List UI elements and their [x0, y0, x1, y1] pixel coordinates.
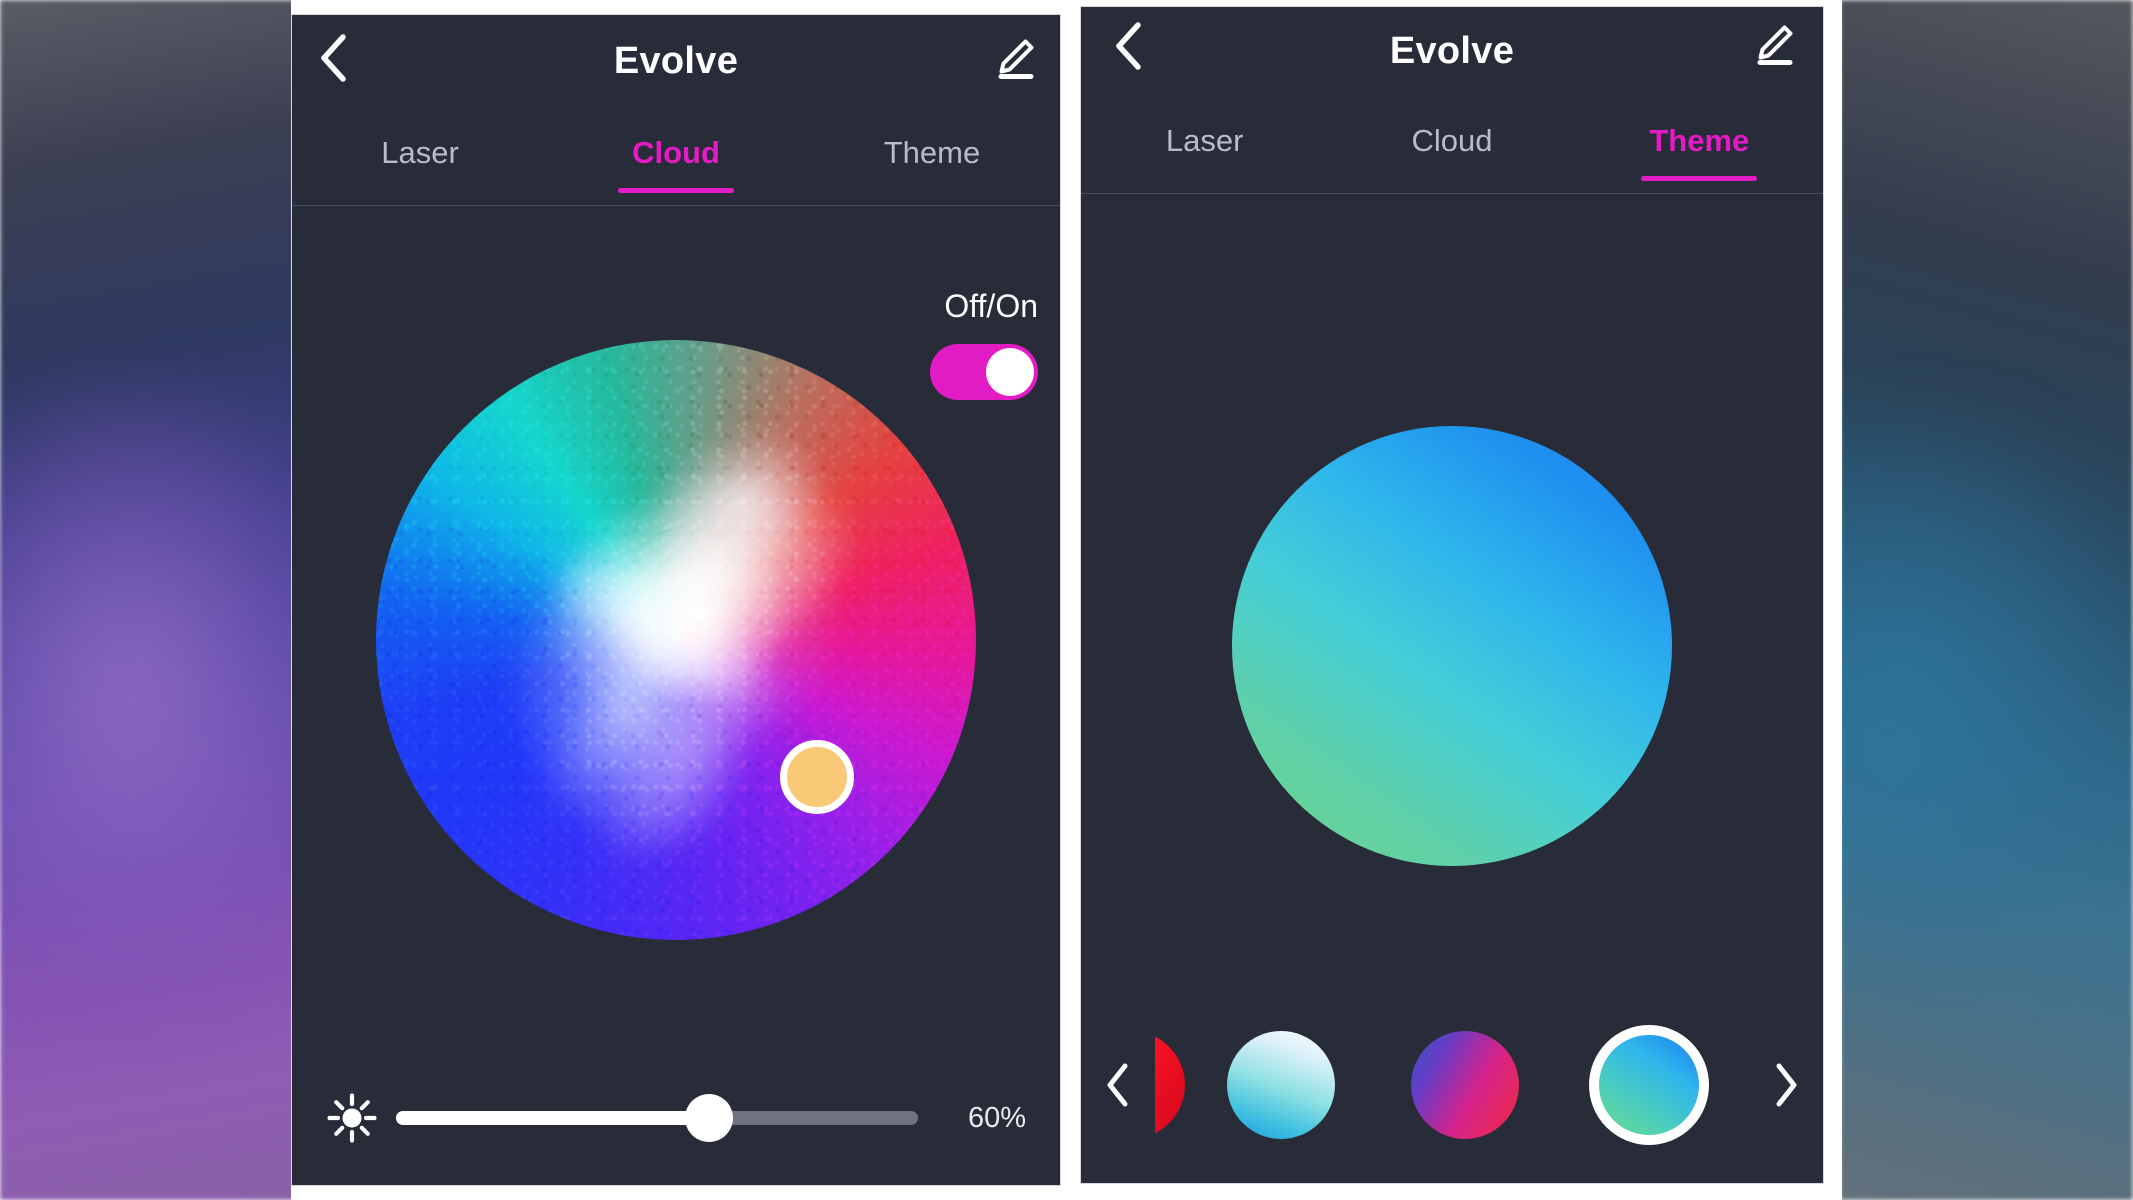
frame-seam-middle — [1061, 0, 1080, 1200]
theme-swatch-red[interactable] — [1155, 1031, 1185, 1139]
app-header-left: Evolve — [292, 15, 1060, 101]
color-wheel-handle[interactable] — [780, 740, 854, 814]
tab-laser[interactable]: Laser — [1081, 123, 1328, 181]
frame-seam-right — [1824, 0, 1842, 1200]
power-label: Off/On — [944, 288, 1038, 324]
tab-theme[interactable]: Theme — [1576, 123, 1823, 181]
theme-swatch-white-blue[interactable] — [1227, 1031, 1335, 1139]
tab-laser-label: Laser — [381, 135, 459, 170]
phone-screen-theme: Evolve Laser Cloud Theme — [1080, 6, 1824, 1184]
chevron-right-icon — [1776, 1063, 1797, 1107]
chevron-left-icon — [1107, 1063, 1128, 1107]
page-title: Evolve — [613, 39, 739, 82]
tab-cloud-label: Cloud — [632, 135, 720, 170]
tab-cloud[interactable]: Cloud — [548, 135, 804, 193]
color-wheel-surface[interactable] — [376, 340, 976, 940]
theme-preview-circle[interactable] — [1232, 426, 1672, 866]
tab-theme-label: Theme — [1649, 123, 1750, 158]
edit-button[interactable] — [1747, 17, 1801, 71]
chevron-left-icon — [1116, 22, 1141, 70]
color-wheel[interactable] — [376, 340, 976, 940]
phone-screen-cloud: Evolve Laser Cloud Theme Off/On 60% — [291, 14, 1061, 1186]
back-button[interactable] — [306, 31, 360, 85]
back-button[interactable] — [1101, 19, 1155, 73]
tab-laser-label: Laser — [1165, 123, 1244, 158]
chevron-left-icon — [321, 34, 346, 82]
brightness-slider[interactable] — [396, 1094, 918, 1142]
carousel-next-button[interactable] — [1749, 1000, 1823, 1170]
carousel-track[interactable] — [1155, 1000, 1749, 1170]
app-header-right: Evolve — [1081, 7, 1823, 93]
brightness-value: 60% — [967, 1101, 1026, 1134]
theme-tab-body — [1081, 194, 1823, 1183]
brightness-slider-knob[interactable] — [685, 1094, 734, 1142]
tab-underline — [618, 188, 734, 193]
nebula-grain — [376, 340, 976, 940]
carousel-prev-button[interactable] — [1081, 1000, 1155, 1170]
toggle-knob — [986, 348, 1034, 396]
tab-theme-label: Theme — [883, 135, 981, 170]
brightness-slider-fill — [396, 1111, 710, 1125]
tab-cloud-label: Cloud — [1411, 123, 1493, 158]
tab-laser[interactable]: Laser — [292, 135, 548, 193]
tab-underline — [1641, 176, 1758, 181]
theme-carousel — [1081, 1000, 1823, 1170]
background-gradient-left — [0, 0, 295, 1200]
tabbar-left: Laser Cloud Theme — [292, 125, 1060, 205]
page-title: Evolve — [1389, 29, 1515, 72]
brightness-sun-icon — [327, 1093, 377, 1143]
tab-theme[interactable]: Theme — [804, 135, 1060, 193]
pencil-edit-icon — [1757, 25, 1793, 65]
edit-button[interactable] — [988, 31, 1042, 85]
pencil-edit-icon — [998, 39, 1034, 79]
brightness-row: 60% — [292, 1092, 1060, 1144]
tabbar-right: Laser Cloud Theme — [1081, 113, 1823, 193]
background-gradient-right — [1840, 0, 2133, 1200]
tab-cloud[interactable]: Cloud — [1328, 123, 1575, 181]
screenshot-root: Evolve Laser Cloud Theme Off/On 60% Evol… — [0, 0, 2133, 1200]
theme-swatch-magenta-blue[interactable] — [1411, 1031, 1519, 1139]
cloud-tab-body: Off/On 60% — [292, 206, 1060, 1185]
theme-swatch-green-blue[interactable] — [1589, 1025, 1709, 1145]
